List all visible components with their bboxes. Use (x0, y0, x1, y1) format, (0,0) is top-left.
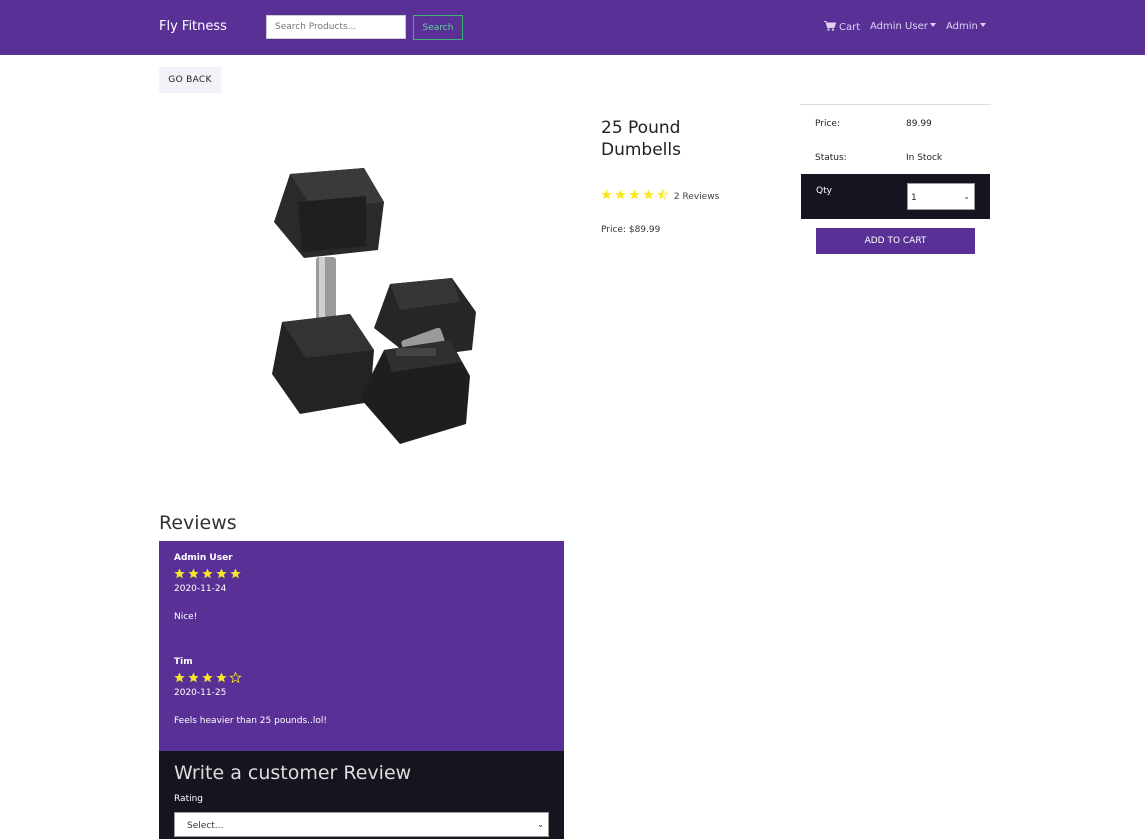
rating-select-value: Select... (187, 821, 224, 831)
status-value: In Stock (906, 153, 943, 163)
price-label: Price: (815, 119, 840, 129)
product-title: 25 Pound Dumbells (601, 118, 681, 160)
review-comment: Feels heavier than 25 pounds..lol! (174, 716, 327, 726)
review-author: Admin User (174, 553, 233, 563)
caret-down-icon (929, 23, 936, 27)
rating-label: Rating (174, 794, 204, 804)
top-navbar: Fly Fitness Search Cart Admin User Admin (0, 0, 1145, 55)
product-price: Price: $89.99 (601, 225, 661, 235)
write-review-heading: Write a customer Review (174, 762, 412, 784)
review-date: 2020-11-24 (174, 584, 227, 594)
search-input[interactable] (266, 15, 406, 39)
status-label: Status: (815, 153, 847, 163)
chevron-down-icon: ⌄ (963, 192, 970, 201)
chevron-down-icon: ⌄ (537, 820, 544, 829)
reviews-heading: Reviews (159, 512, 237, 534)
price-card: Price: 89.99 Status: In Stock (800, 104, 991, 174)
write-review-panel: Write a customer Review Rating Select...… (159, 751, 564, 839)
product-image (272, 168, 476, 444)
cart-link[interactable]: Cart (824, 21, 860, 33)
review-count[interactable]: 2 Reviews (674, 192, 719, 202)
review-stars (174, 568, 241, 579)
reviews-list: Admin User 2020-11-24 Nice! Tim 2020-11-… (159, 541, 564, 751)
review-stars (174, 672, 242, 683)
review-date: 2020-11-25 (174, 688, 227, 698)
cart-label: Cart (839, 22, 861, 33)
user-menu-dropdown[interactable]: Admin User (870, 21, 936, 32)
qty-label: Qty (816, 186, 832, 196)
add-to-cart-button[interactable]: ADD TO CART (816, 228, 975, 254)
rating-select[interactable]: Select... ⌄ (174, 812, 549, 837)
qty-select[interactable]: 1 ⌄ (907, 183, 975, 210)
review-author: Tim (174, 657, 193, 667)
qty-value: 1 (911, 193, 917, 203)
brand-logo[interactable]: Fly Fitness (159, 19, 227, 34)
review-comment: Nice! (174, 612, 198, 622)
caret-down-icon (979, 23, 986, 27)
go-back-button[interactable]: GO BACK (159, 67, 221, 93)
price-value: 89.99 (906, 119, 932, 129)
product-rating: 2 Reviews (601, 189, 719, 202)
user-menu-label: Admin User (870, 21, 928, 32)
admin-menu-dropdown[interactable]: Admin (946, 21, 986, 32)
rating-stars (601, 189, 669, 200)
cart-icon (824, 21, 836, 31)
search-button[interactable]: Search (413, 15, 463, 40)
admin-menu-label: Admin (946, 21, 978, 32)
qty-row: Qty 1 ⌄ (801, 174, 990, 219)
